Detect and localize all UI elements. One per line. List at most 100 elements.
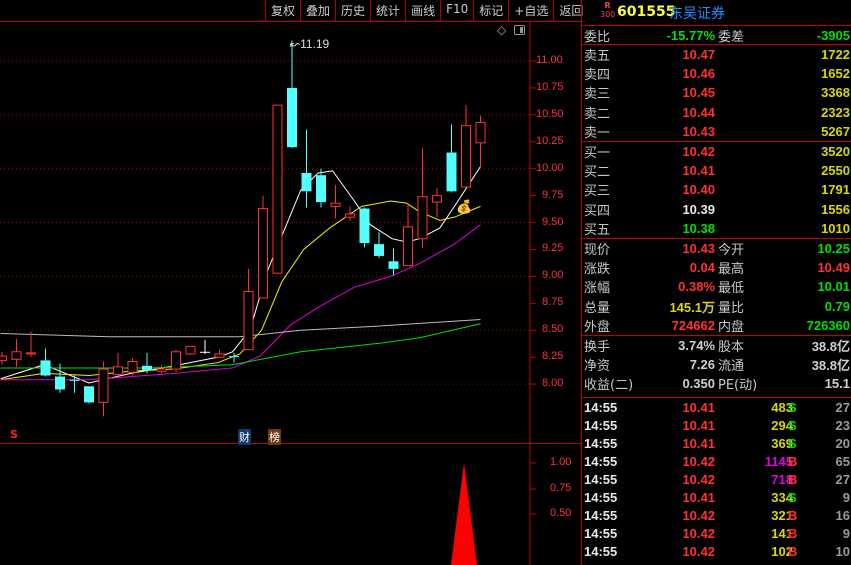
- candle[interactable]: [84, 386, 94, 404]
- tick-price: 10.42: [682, 472, 715, 488]
- tick-count: 10: [835, 544, 850, 560]
- price-tick-label: 11.00: [536, 54, 563, 66]
- tick-time: 14:55: [584, 526, 618, 542]
- finance-marker[interactable]: 财: [238, 429, 251, 445]
- stat-label: 最低: [718, 281, 745, 297]
- finance-row: 换手 3.74% 股本 38.8亿: [582, 336, 851, 355]
- tick-price: 10.42: [682, 526, 715, 542]
- stat-value: 10.25: [817, 240, 850, 256]
- candle[interactable]: [11, 338, 22, 367]
- money-bag-icon[interactable]: 💰: [456, 200, 472, 215]
- toolbar-button[interactable]: 统计: [370, 0, 405, 21]
- bid-price: 10.42: [682, 144, 715, 160]
- candle[interactable]: [287, 40, 297, 149]
- bid-volume: 1010: [821, 220, 850, 236]
- price-tick-label: 9.25: [542, 242, 564, 255]
- stock-name: 东吴证券: [669, 6, 725, 22]
- candle[interactable]: [359, 207, 370, 248]
- candle[interactable]: [156, 364, 167, 374]
- bid-row: 买四 10.39 1556: [582, 200, 851, 219]
- tick-direction: S: [788, 400, 797, 416]
- tick-row: 14:55 10.42 141 B 9: [582, 526, 851, 544]
- candle[interactable]: [185, 345, 196, 356]
- candle[interactable]: [113, 352, 123, 377]
- s-marker[interactable]: S: [10, 428, 18, 441]
- tick-price: 10.41: [682, 400, 715, 416]
- stock-header: R 300 601555 东吴证券: [582, 0, 851, 26]
- candle[interactable]: [345, 206, 355, 221]
- toolbar-button[interactable]: +自选: [508, 0, 553, 21]
- bid-row: 买二 10.41 2550: [582, 161, 851, 180]
- stat-value: 724662: [671, 317, 715, 333]
- bid-label: 买三: [584, 184, 611, 200]
- tick-row: 14:55 10.42 1145 B 65: [582, 454, 851, 472]
- tick-price: 10.42: [682, 508, 715, 524]
- price-tick-label: 9.50: [542, 215, 564, 228]
- stat-row: 涨跌 0.04 最高 10.49: [582, 258, 851, 277]
- bid-volume: 3520: [821, 144, 850, 160]
- tick-count: 9: [842, 490, 850, 506]
- candle[interactable]: [40, 348, 51, 377]
- candle[interactable]: [243, 268, 254, 351]
- candle[interactable]: [272, 104, 283, 274]
- bid-price: 10.38: [682, 220, 715, 236]
- toolbar-button[interactable]: 画线: [405, 0, 440, 21]
- ask-volume: 5267: [821, 123, 850, 139]
- bid-row: 买三 10.40 1791: [582, 180, 851, 199]
- stat-value: 10.01: [817, 279, 850, 295]
- finance-value: 7.26: [689, 357, 715, 373]
- tick-row: 14:55 10.42 102 B 10: [582, 544, 851, 562]
- price-tick-label: 8.75: [542, 296, 564, 309]
- kline-chart[interactable]: [0, 0, 581, 565]
- badge-top: R: [604, 1, 611, 10]
- tick-time: 14:55: [584, 436, 618, 452]
- badge-bottom: 300: [600, 10, 616, 19]
- candle[interactable]: [330, 184, 341, 219]
- tick-time: 14:55: [584, 508, 618, 524]
- finance-label: 收益(二): [584, 378, 634, 394]
- candle[interactable]: [26, 331, 36, 358]
- candle[interactable]: [0, 351, 7, 365]
- bid-row: 买五 10.38 1010: [582, 219, 851, 238]
- tick-direction: B: [788, 544, 798, 560]
- candle[interactable]: [446, 124, 457, 193]
- candle[interactable]: [258, 195, 268, 299]
- bid-label: 买五: [584, 222, 611, 238]
- candle[interactable]: [388, 248, 399, 276]
- tick-count: 9: [842, 526, 850, 542]
- peak-value: 11.19: [300, 37, 330, 51]
- bid-price: 10.41: [682, 163, 715, 179]
- candle[interactable]: [301, 129, 312, 208]
- candle[interactable]: [461, 105, 471, 188]
- ranking-marker[interactable]: 榜: [268, 429, 281, 445]
- candle[interactable]: [214, 349, 225, 358]
- ask-price: 10.43: [682, 123, 715, 139]
- finance-row: 净资 7.26 流通 38.8亿: [582, 355, 851, 374]
- candle[interactable]: [316, 168, 326, 208]
- stat-row: 涨幅 0.38% 最低 10.01: [582, 277, 851, 296]
- tick-row: 14:55 10.41 483 S 27: [582, 400, 851, 418]
- candle[interactable]: [432, 188, 442, 218]
- stock-code: 601555: [617, 4, 676, 20]
- toolbar-button[interactable]: 叠加: [300, 0, 335, 21]
- diamond-icon[interactable]: ◇: [497, 23, 506, 37]
- toolbar-button[interactable]: 标记: [473, 0, 508, 21]
- candle[interactable]: [403, 203, 413, 267]
- toolbar-button[interactable]: F10: [440, 0, 473, 21]
- tick-count: 16: [835, 508, 850, 524]
- candle[interactable]: [417, 148, 428, 249]
- candle[interactable]: [98, 361, 109, 417]
- candle[interactable]: [200, 339, 210, 354]
- candle[interactable]: [171, 349, 181, 373]
- peak-price-label: ↜11.19: [290, 37, 330, 51]
- candle[interactable]: [374, 232, 384, 259]
- finance-value: 0.350: [682, 376, 715, 392]
- toolbar-button[interactable]: 历史: [335, 0, 370, 21]
- finance-label: 股本: [718, 339, 745, 355]
- tick-time: 14:55: [584, 418, 618, 434]
- toolbar-button[interactable]: 复权: [265, 0, 300, 21]
- ask-volume: 1652: [821, 66, 850, 82]
- candle[interactable]: [475, 115, 486, 168]
- panel-toggle-icon[interactable]: [514, 25, 525, 35]
- price-tick-label: 9.00: [542, 269, 564, 282]
